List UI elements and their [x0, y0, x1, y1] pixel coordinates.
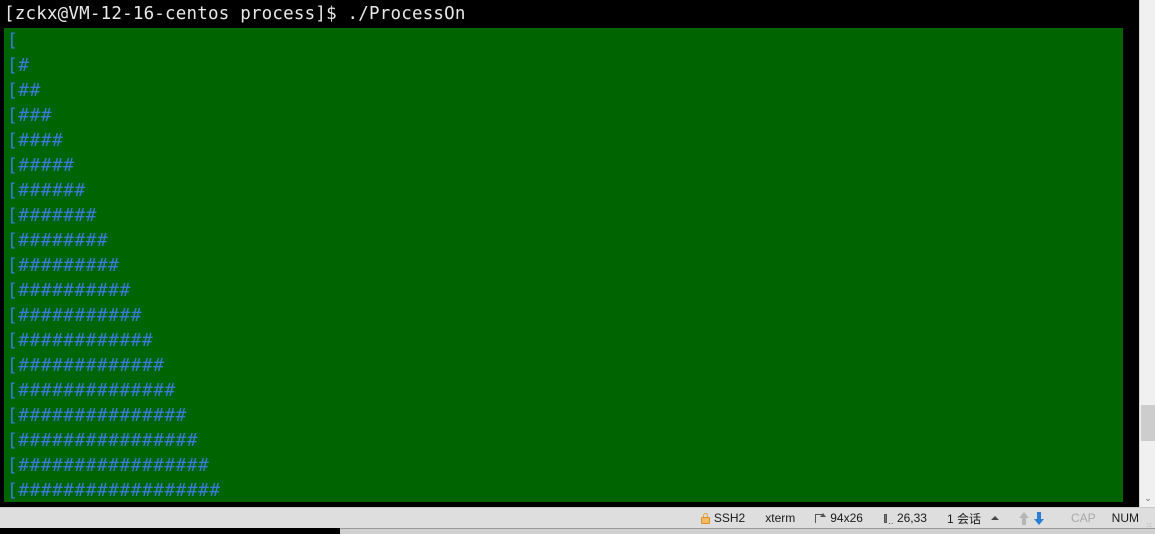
terminal-output-line: [#### — [7, 130, 64, 151]
scroll-down-icon[interactable]: ⌄ — [1140, 490, 1155, 507]
status-protocol-label: SSH2 — [713, 511, 746, 525]
cursor-position-icon — [883, 513, 894, 527]
status-item-sessions[interactable]: 1 会话 — [937, 508, 1009, 528]
bottom-strip-dark-segment — [0, 528, 340, 534]
terminal-output-line: [################## — [7, 480, 221, 501]
lock-icon — [700, 512, 710, 524]
upload-arrow-icon[interactable] — [1018, 511, 1030, 525]
status-item-transfer[interactable] — [1009, 508, 1055, 528]
status-size-label: 94x26 — [830, 511, 863, 525]
terminal-output-line: [####### — [7, 205, 97, 226]
terminal-output-line: [############# — [7, 355, 165, 376]
status-item-size[interactable]: 94x26 — [805, 508, 873, 528]
status-item-cursor[interactable]: 26,33 — [873, 508, 937, 528]
terminal-output-line: [######## — [7, 230, 109, 251]
status-sessions-label: 1 会话 — [946, 511, 981, 526]
vertical-scrollbar-thumb[interactable] — [1141, 405, 1155, 441]
caps-lock-indicator: CAP — [1070, 511, 1096, 525]
terminal-output-line: [################ — [7, 430, 199, 451]
resize-icon — [815, 512, 827, 524]
terminal-prompt-line: [zckx@VM-12-16-centos process]$ ./Proces… — [0, 0, 1139, 28]
terminal-output-line: [##### — [7, 155, 75, 176]
num-lock-indicator: NUM — [1111, 511, 1139, 525]
vertical-scrollbar[interactable]: ⌄ — [1139, 0, 1155, 507]
terminal-output-line: [################# — [7, 455, 210, 476]
status-bar: SSH2 xterm 94x26 26,33 1 会话 CAP — [0, 507, 1155, 528]
chevron-up-icon[interactable] — [990, 516, 999, 520]
status-item-protocol[interactable]: SSH2 — [691, 508, 755, 528]
terminal-output-line: [# — [7, 55, 30, 76]
terminal-output-line: [### — [7, 105, 52, 126]
terminal-output-line: [############### — [7, 405, 187, 426]
terminal-output-line: [############## — [7, 380, 176, 401]
terminal-output-line: [########## — [7, 280, 131, 301]
bottom-strip — [0, 528, 1155, 534]
status-item-emulation[interactable]: xterm — [755, 508, 805, 528]
status-cursor-label: 26,33 — [896, 511, 927, 525]
status-item-lock-keys: CAP NUM — [1055, 508, 1155, 528]
terminal-screen[interactable]: [zckx@VM-12-16-centos process]$ ./Proces… — [0, 0, 1139, 507]
status-emulation-label: xterm — [765, 511, 796, 525]
terminal-application-window: [zckx@VM-12-16-centos process]$ ./Proces… — [0, 0, 1155, 534]
terminal-output-line: [## — [7, 80, 41, 101]
terminal-output-line: [######### — [7, 255, 120, 276]
terminal-output-area: [ [# [## [### [#### [##### [###### [####… — [4, 28, 1123, 502]
terminal-output-line: [ — [7, 30, 19, 51]
terminal-output-line: [########### — [7, 305, 142, 326]
terminal-output-line: [############ — [7, 330, 154, 351]
download-arrow-icon[interactable] — [1033, 511, 1045, 525]
terminal-output-line: [###### — [7, 180, 86, 201]
